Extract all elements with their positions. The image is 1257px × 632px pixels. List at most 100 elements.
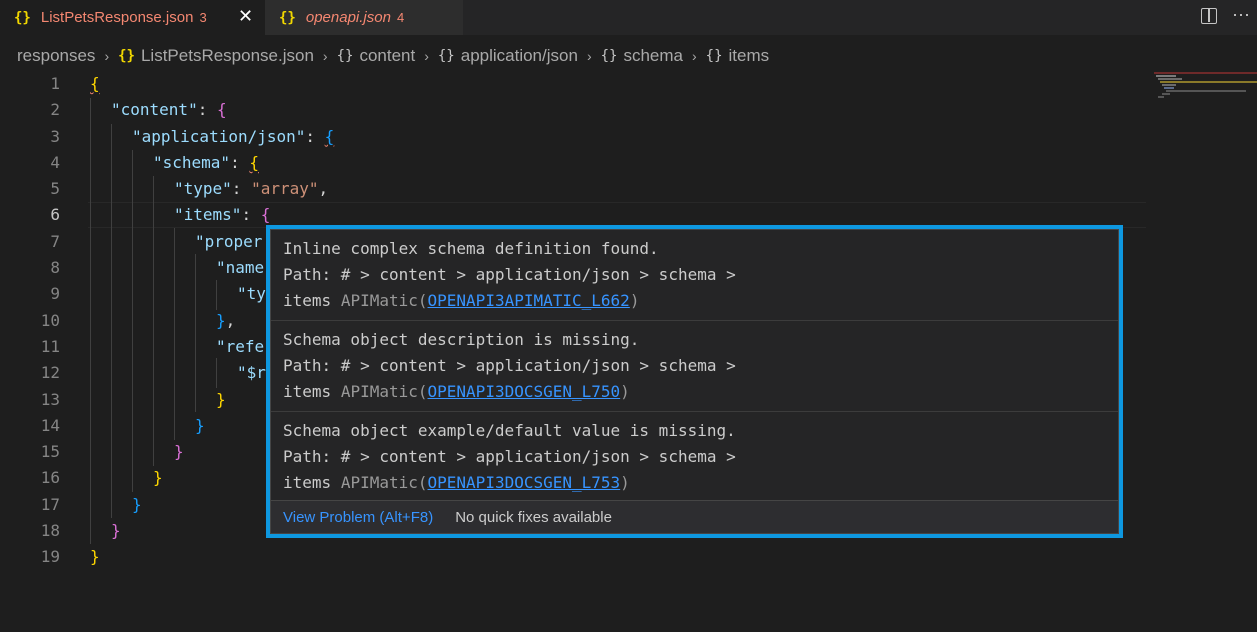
no-quick-fixes-text: No quick fixes available: [455, 508, 612, 526]
line-number: 12: [40, 363, 60, 383]
object-icon: {}: [705, 48, 723, 64]
line-number: 5: [50, 179, 60, 199]
code-token: }: [90, 547, 100, 567]
code-token: "items": [174, 205, 242, 225]
line-number: 4: [50, 152, 60, 172]
line-number: 2: [50, 100, 60, 120]
problem-path: Path: # > content > application/json > s…: [283, 356, 736, 375]
problem-path-tail: items: [283, 291, 332, 310]
code-token: ,: [318, 179, 329, 199]
code-token: }: [216, 389, 226, 409]
problem-message: Schema object example/default value is m…: [283, 421, 736, 440]
breadcrumb: responses › {} ListPetsResponse.json › {…: [17, 44, 769, 68]
code-token: "content": [111, 100, 198, 120]
problem-source: APIMatic: [340, 382, 418, 401]
code-token: :: [241, 205, 261, 225]
breadcrumb-item-schema[interactable]: schema: [623, 46, 683, 66]
code-token: "array": [251, 179, 319, 199]
problem-path: Path: # > content > application/json > s…: [283, 265, 736, 284]
close-icon[interactable]: ✕: [238, 6, 253, 27]
object-icon: {}: [437, 48, 455, 64]
code-line: "content": {: [90, 97, 334, 123]
line-number: 14: [40, 415, 60, 435]
code-line: "application/json": {: [90, 124, 334, 150]
problem-message: Schema object description is missing.: [283, 330, 640, 349]
problem-source: APIMatic: [340, 291, 418, 310]
problem-item: Inline complex schema definition found. …: [271, 230, 1118, 321]
problem-count-badge: 3: [199, 10, 207, 25]
problem-code-link[interactable]: OPENAPI3DOCSGEN_L750: [428, 382, 621, 401]
tab-label: ListPetsResponse.json: [40, 9, 194, 26]
problem-code-link[interactable]: OPENAPI3DOCSGEN_L753: [428, 473, 621, 492]
code-line: }: [90, 544, 334, 570]
code-token: }: [174, 442, 184, 462]
problem-path: Path: # > content > application/json > s…: [283, 447, 736, 466]
code-token: {: [90, 74, 100, 93]
chevron-right-icon: ›: [104, 48, 110, 64]
line-number: 16: [40, 468, 60, 488]
code-line: "type": "array",: [90, 176, 334, 202]
code-token: }: [111, 521, 121, 541]
code-token: {: [249, 152, 259, 172]
line-number: 17: [40, 494, 60, 514]
line-number: 18: [40, 521, 60, 541]
breadcrumb-item-content[interactable]: content: [359, 46, 415, 66]
breadcrumb-item-items[interactable]: items: [729, 46, 770, 66]
tab-label: openapi.json: [305, 9, 391, 26]
code-token: :: [230, 152, 250, 172]
tab-bar: {} ListPetsResponse.json 3 ✕ {} openapi.…: [0, 0, 1257, 35]
code-token: "type": [174, 179, 232, 199]
code-token: "schema": [153, 152, 231, 172]
code-line: {: [90, 71, 334, 97]
json-file-icon: {}: [279, 9, 296, 26]
problem-source: APIMatic: [340, 473, 418, 492]
code-token: "ty: [237, 284, 266, 304]
code-token: "proper: [195, 231, 263, 251]
line-number-gutter: 1 2 3 4 5 6 7 8 9 10 11 12 13 14 15 16 17 18 19: [0, 71, 60, 571]
view-problem-link[interactable]: View Problem (Alt+F8): [283, 509, 433, 526]
line-number: 19: [40, 547, 60, 567]
chevron-right-icon: ›: [322, 48, 328, 64]
chevron-right-icon: ›: [586, 48, 592, 64]
object-icon: {}: [336, 48, 354, 64]
line-number: 1: [50, 74, 60, 93]
problem-item: Schema object description is missing. Pa…: [271, 321, 1118, 412]
problem-code-link[interactable]: OPENAPI3APIMATIC_L662: [428, 291, 630, 310]
tab-openapi[interactable]: {} openapi.json 4: [265, 0, 463, 35]
breadcrumb-item-application-json[interactable]: application/json: [461, 46, 578, 66]
minimap[interactable]: [1150, 70, 1257, 110]
code-token: {: [260, 205, 271, 225]
code-token: ,: [225, 310, 236, 330]
line-number: 11: [40, 336, 60, 356]
problem-message: Inline complex schema definition found.: [283, 239, 659, 258]
tab-listpetsresponse[interactable]: {} ListPetsResponse.json 3 ✕: [0, 0, 265, 35]
problem-count-badge: 4: [396, 10, 405, 25]
split-editor-icon[interactable]: [1201, 8, 1217, 24]
code-token: :: [305, 126, 325, 146]
problem-path-tail: items: [283, 382, 332, 401]
line-number: 10: [40, 310, 60, 330]
json-file-icon: {}: [118, 48, 135, 64]
more-actions-icon[interactable]: ⋯: [1232, 5, 1251, 26]
breadcrumb-item-file[interactable]: ListPetsResponse.json: [141, 46, 314, 66]
line-number: 6: [50, 205, 60, 225]
json-file-icon: {}: [14, 9, 31, 26]
hover-status-bar: View Problem (Alt+F8) No quick fixes ava…: [271, 500, 1118, 533]
code-token: :: [197, 100, 217, 120]
code-token: }: [216, 310, 226, 330]
code-token: {: [216, 100, 227, 120]
object-icon: {}: [600, 48, 618, 64]
code-token: :: [231, 179, 252, 199]
line-number: 13: [40, 389, 60, 409]
breadcrumb-item-responses[interactable]: responses: [17, 46, 95, 66]
line-number: 3: [50, 126, 60, 146]
code-token: "$r: [237, 363, 266, 383]
code-token: {: [324, 126, 335, 146]
code-token: }: [153, 468, 163, 488]
line-number: 9: [50, 284, 60, 304]
code-token: }: [195, 415, 205, 435]
code-token: "application/json": [132, 126, 306, 146]
problem-item: Schema object example/default value is m…: [271, 412, 1118, 503]
code-line: "schema": {: [90, 150, 334, 176]
problem-hover-widget: Inline complex schema definition found. …: [266, 225, 1123, 538]
